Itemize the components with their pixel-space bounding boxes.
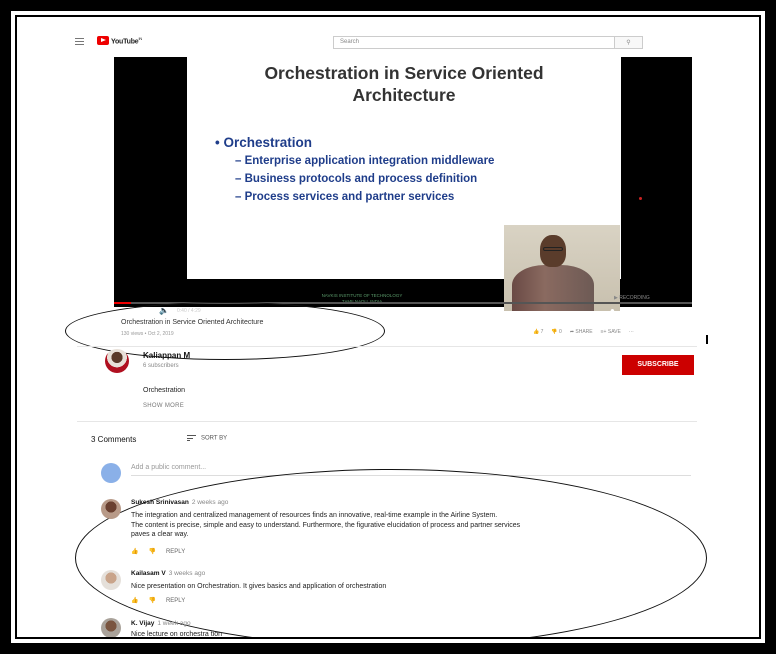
more-actions-button[interactable]: ···: [629, 329, 634, 335]
comment-author[interactable]: K. Vijay 1 week ago: [131, 620, 191, 627]
recording-label: ▶ RECORDING: [614, 295, 650, 301]
share-button[interactable]: ➦ SHARE: [570, 329, 593, 335]
search-icon: ⚲: [626, 40, 631, 46]
thumbs-down-icon: 👎: [551, 329, 558, 335]
record-indicator-icon: [639, 197, 642, 200]
thumbs-down-icon[interactable]: 👎: [148, 598, 155, 604]
divider: [77, 346, 697, 347]
browser-page: YouTubeIN Search ⚲ Orchestration in Serv…: [15, 15, 761, 639]
comment-avatar[interactable]: [101, 618, 121, 637]
slide-sub-item: – Process services and partner services: [235, 191, 455, 203]
thumbs-up-icon[interactable]: 👍: [131, 598, 138, 604]
reply-button[interactable]: REPLY: [166, 549, 185, 555]
sort-button[interactable]: SORT BY: [187, 435, 227, 442]
playlist-add-icon: ≡+: [600, 329, 607, 335]
comment-avatar[interactable]: [101, 499, 121, 519]
thumbs-down-icon[interactable]: 👎: [148, 549, 155, 555]
cursor-marker: [706, 335, 708, 344]
miniplayer-icon[interactable]: ▣: [626, 306, 634, 315]
presenter-webcam: [504, 225, 620, 311]
video-player[interactable]: Orchestration in Service Oriented Archit…: [114, 57, 692, 315]
progress-fill: [114, 302, 132, 304]
show-more-button[interactable]: SHOW MORE: [143, 403, 184, 409]
thumbs-up-icon: 👍: [533, 329, 540, 335]
fullscreen-icon[interactable]: ⛶: [662, 306, 668, 315]
youtube-play-icon: [97, 36, 109, 46]
youtube-logo[interactable]: YouTubeIN: [97, 36, 142, 45]
video-title: Orchestration in Service Oriented Archit…: [121, 319, 264, 326]
comment-text: Nice presentation on Orchestration. It g…: [131, 583, 387, 590]
channel-avatar[interactable]: [105, 349, 129, 373]
subscriber-count: 6 subscribers: [143, 363, 179, 369]
comment-avatar[interactable]: [101, 570, 121, 590]
search-button[interactable]: ⚲: [615, 36, 643, 49]
comment-actions: 👍 👎 REPLY: [131, 597, 195, 604]
subscribe-button[interactable]: SUBSCRIBE: [622, 355, 694, 375]
dislike-button[interactable]: 👎 0: [551, 329, 561, 335]
sort-icon: [187, 435, 196, 441]
thumbs-up-icon[interactable]: 👍: [131, 549, 138, 555]
autoplay-toggle-icon[interactable]: ●: [610, 306, 615, 315]
comment-text: The integration and centralized manageme…: [131, 512, 521, 538]
video-meta: 130 views • Oct 2, 2019: [121, 331, 174, 337]
masthead: YouTubeIN Search ⚲: [17, 17, 759, 57]
channel-name[interactable]: Kaliappan M: [143, 351, 190, 360]
theater-icon[interactable]: ▭: [644, 306, 652, 315]
save-button[interactable]: ≡+ SAVE: [601, 329, 621, 335]
menu-icon[interactable]: [75, 38, 84, 45]
slide-bullet: • Orchestration: [215, 135, 312, 150]
comment-author[interactable]: Kailasam V3 weeks ago: [131, 570, 205, 577]
comment-text: Nice lecture on orchestra tion: [131, 631, 223, 638]
slide-sub-item: – Business protocols and process definit…: [235, 173, 478, 185]
slide-sub-item: – Enterprise application integration mid…: [235, 155, 495, 167]
slide-title: Orchestration in Service Oriented Archit…: [264, 63, 544, 105]
share-icon: ➦: [569, 329, 575, 335]
reply-button[interactable]: REPLY: [166, 598, 185, 604]
add-comment-input[interactable]: Add a public comment...: [131, 464, 206, 471]
video-actions: 👍 7 👎 0 ➦ SHARE ≡+ SAVE ···: [533, 329, 634, 335]
video-description: Orchestration: [143, 387, 186, 394]
divider: [77, 421, 697, 422]
user-avatar: [101, 463, 121, 483]
search-input[interactable]: Search: [333, 36, 615, 49]
like-button[interactable]: 👍 7: [533, 329, 543, 335]
screenshot-frame: YouTubeIN Search ⚲ Orchestration in Serv…: [10, 10, 766, 644]
logo-text: YouTubeIN: [111, 36, 143, 46]
comment-author[interactable]: Sukesh Srinivasan 2 weeks ago: [131, 499, 228, 506]
comment-count: 3 Comments: [91, 435, 137, 444]
comment-actions: 👍 👎 REPLY: [131, 548, 195, 555]
